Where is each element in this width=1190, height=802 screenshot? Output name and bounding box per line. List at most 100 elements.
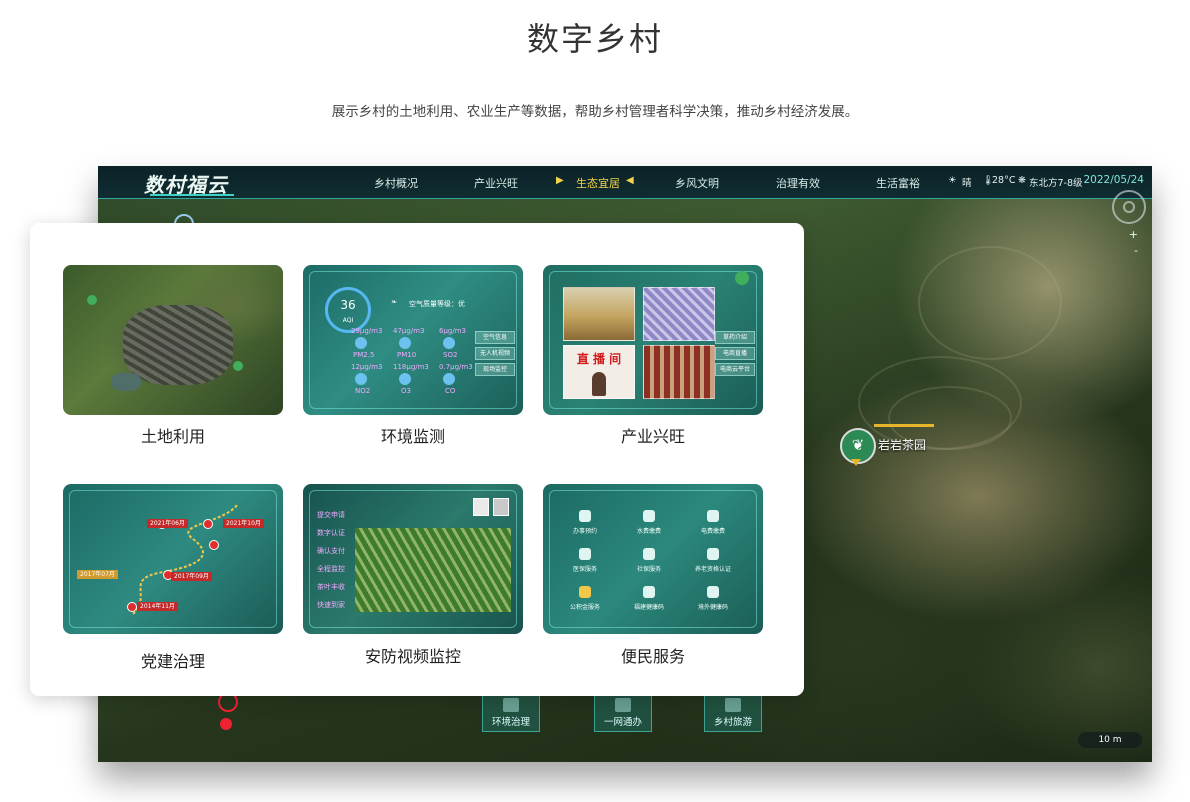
- o3-label: O3: [401, 387, 411, 395]
- live-stream-photo: 直 播 间: [563, 345, 635, 399]
- appointment-icon: [579, 510, 591, 522]
- service-label: 福建健康码: [633, 604, 664, 611]
- service-label: 公积金服务: [569, 604, 600, 611]
- menu-item: 茶叶丰收: [317, 583, 345, 591]
- co-icon: [443, 373, 455, 385]
- weather-wind: 东北方7-8级: [1029, 178, 1083, 189]
- presenter: [592, 372, 606, 396]
- nav-arrow-right-icon: ◀: [626, 175, 634, 186]
- rural-tourism-button[interactable]: 乡村旅游: [704, 694, 762, 732]
- qr-code-icon: [707, 586, 719, 598]
- env-governance-button[interactable]: 环境治理: [482, 694, 540, 732]
- o3-value: 118μg/m3: [393, 363, 429, 371]
- no2-label: NO2: [355, 387, 371, 395]
- so2-icon: [443, 337, 455, 349]
- feature-label: 土地利用: [140, 427, 205, 446]
- page-title: 数字乡村: [526, 20, 663, 58]
- nav-item-governance[interactable]: 治理有效: [776, 175, 820, 191]
- land-use-thumbnail: [63, 265, 283, 415]
- zoom-out-button[interactable]: -: [1134, 244, 1138, 257]
- ecommerce-cloud-button: 电商云平台: [715, 363, 755, 376]
- avatar: [493, 498, 509, 516]
- co-label: CO: [445, 387, 456, 395]
- service-label: 医保服务: [572, 566, 597, 573]
- poi-label[interactable]: 岩岩茶园: [878, 436, 926, 453]
- feature-card: 土地利用 36 AQI ❧ 空气质量等级：优 29μg/m3 47μg/m3 6μ…: [30, 223, 804, 696]
- zoom-in-button[interactable]: +: [1129, 228, 1138, 241]
- pm10-icon: [399, 337, 411, 349]
- timeline-tag: 2017年09月: [171, 572, 212, 581]
- so2-label: SO2: [443, 351, 458, 359]
- service-label: 水费缴费: [636, 528, 661, 535]
- feature-label: 党建治理: [140, 652, 205, 671]
- service-label: 电费缴费: [700, 528, 725, 535]
- so2-value: 6μg/m3: [439, 327, 466, 335]
- nav-item-industry[interactable]: 产业兴旺: [474, 175, 518, 191]
- marker-icon: [233, 361, 243, 371]
- feature-label: 安防视频监控: [364, 647, 461, 666]
- nav-item-culture[interactable]: 乡风文明: [675, 175, 719, 191]
- tree-icon: [503, 698, 519, 712]
- menu-item: 快速到家: [317, 601, 345, 609]
- feature-label: 产业兴旺: [620, 427, 685, 446]
- menu-item: 提交申请: [317, 511, 345, 519]
- fund-icon: [579, 586, 591, 598]
- store-photo: [643, 345, 715, 399]
- alert-marker-icon[interactable]: [220, 718, 232, 730]
- co-value: 0.7μg/m3: [439, 363, 473, 371]
- nav-item-prosperity[interactable]: 生活富裕: [876, 175, 920, 191]
- pm25-icon: [355, 337, 367, 349]
- air-quality-text: 空气质量等级：优: [409, 300, 465, 308]
- medical-icon: [579, 548, 591, 560]
- timeline-dot: [127, 602, 137, 612]
- menu-item: 全程监控: [317, 565, 345, 573]
- feature-label: 环境监测: [380, 427, 445, 446]
- service-label: 社保服务: [636, 566, 661, 573]
- leaf-icon: [735, 271, 749, 285]
- avatar: [473, 498, 489, 516]
- herb-photo: [643, 287, 715, 341]
- village-roofs: [123, 305, 233, 385]
- drone-video-button: 无人机视频: [475, 347, 515, 360]
- timeline-tag: 2014年11月: [137, 602, 178, 611]
- leaf-icon: ❧: [391, 298, 397, 306]
- page-subtitle: 展示乡村的土地利用、农业生产等数据，帮助乡村管理者科学决策，推动乡村经济发展。: [331, 104, 859, 120]
- timeline-tag: 2017年07月: [77, 570, 118, 579]
- tea-field-video: [355, 528, 511, 612]
- timeline-tag: 2021年10月: [223, 519, 264, 528]
- pm10-value: 47μg/m3: [393, 327, 425, 335]
- nav-item-ecology[interactable]: 生态宜居: [576, 175, 620, 191]
- service-label: 境外健康码: [697, 604, 728, 611]
- no2-icon: [355, 373, 367, 385]
- electricity-icon: [707, 510, 719, 522]
- ecommerce-live-button: 电商直播: [715, 347, 755, 360]
- nav-arrow-left-icon: ▶: [556, 175, 564, 186]
- nav-item-overview[interactable]: 乡村概况: [374, 175, 418, 191]
- poi-bar: [874, 424, 934, 427]
- pm10-label: PM10: [397, 351, 417, 359]
- poi-pin-icon: [851, 459, 861, 466]
- timeline-dot: [209, 540, 219, 550]
- environment-thumbnail: 36 AQI ❧ 空气质量等级：优 29μg/m3 47μg/m3 6μg/m3 …: [303, 265, 523, 415]
- env-governance-label: 环境治理: [491, 717, 530, 728]
- site-monitor-button: 现场监控: [475, 363, 515, 376]
- timeline-dot: [203, 519, 213, 529]
- marker-icon: [87, 295, 97, 305]
- herb-intro-button: 草药介绍: [715, 331, 755, 344]
- air-info-button: 空气信息: [475, 331, 515, 344]
- pm25-label: PM2.5: [353, 351, 375, 359]
- one-stop-service-button[interactable]: 一网通办: [594, 694, 652, 732]
- pm25-value: 29μg/m3: [351, 327, 383, 335]
- feature-label: 便民服务: [620, 647, 685, 666]
- map-scale: 10 m: [1078, 732, 1142, 748]
- service-label: 养老资格认证: [694, 566, 731, 573]
- sun-icon: ☀: [948, 175, 957, 186]
- menu-item: 数字认证: [317, 529, 345, 537]
- service-label: 办事预约: [572, 528, 597, 535]
- security-video-thumbnail: 提交申请 数字认证 确认支付 全程监控 茶叶丰收 快速到家: [303, 484, 523, 634]
- timeline-path: [132, 503, 239, 615]
- weather-temperature: 28°C: [992, 175, 1016, 186]
- convenience-services-thumbnail: 办事预约 水费缴费 电费缴费 医保服务 社保服务 养老资格认证 公积金服务 福建…: [543, 484, 763, 634]
- menu-item: 确认支付: [317, 547, 345, 555]
- compass-icon[interactable]: [1112, 190, 1146, 224]
